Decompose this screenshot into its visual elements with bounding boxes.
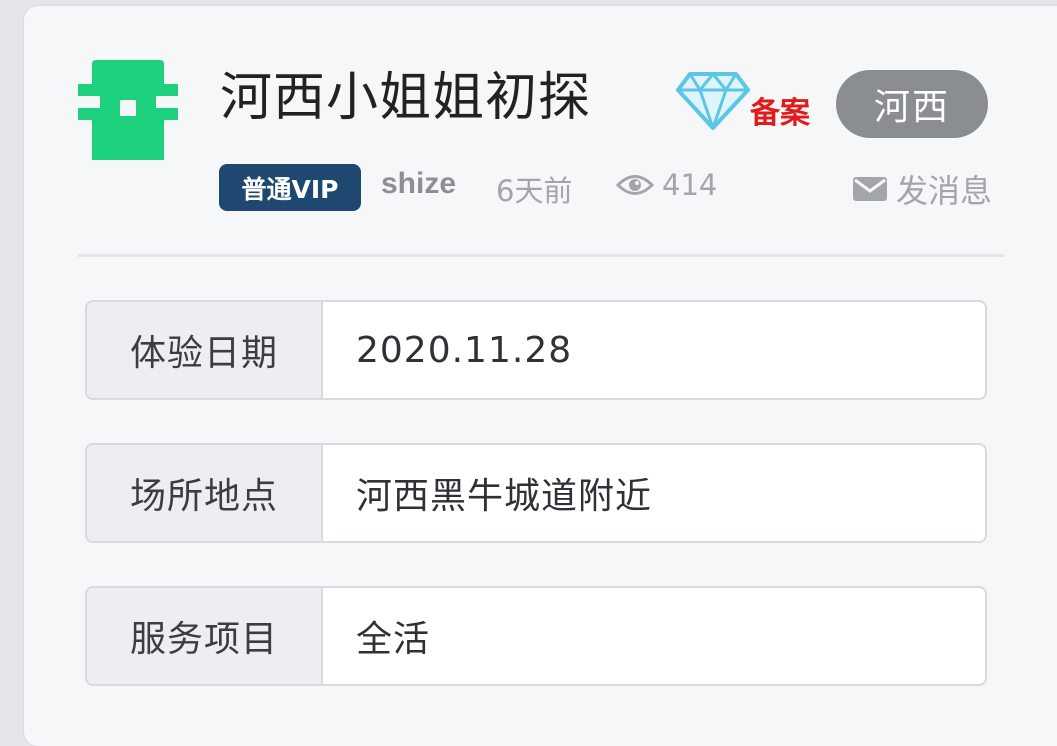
- divider: [78, 254, 1004, 257]
- detail-row-service: 服务项目 全活: [85, 586, 987, 686]
- envelope-icon: [853, 177, 887, 201]
- detail-value: 河西黑牛城道附近: [356, 476, 653, 517]
- view-count-value: 414: [662, 168, 718, 202]
- beian-label: 备案: [750, 96, 810, 131]
- region-badge[interactable]: 河西: [836, 70, 988, 138]
- detail-row-location: 场所地点 河西黑牛城道附近: [85, 443, 987, 543]
- post-title: 河西小姐姐初探: [220, 68, 592, 128]
- detail-label: 体验日期: [87, 302, 323, 398]
- eye-icon: [616, 175, 654, 195]
- diamond-icon: [676, 72, 750, 130]
- view-count: 414: [616, 168, 717, 202]
- site-logo[interactable]: [78, 60, 178, 160]
- detail-label: 服务项目: [87, 588, 323, 684]
- detail-value: 全活: [356, 619, 431, 660]
- vip-badge: 普通VIP: [219, 164, 361, 211]
- detail-value: 2020.11.28: [356, 329, 573, 371]
- post-time: 6天前: [496, 174, 573, 208]
- send-message-button[interactable]: 发消息: [852, 166, 992, 212]
- detail-label: 场所地点: [87, 445, 323, 541]
- author-name[interactable]: shize: [381, 167, 456, 201]
- send-message-label: 发消息: [896, 172, 993, 210]
- detail-row-date: 体验日期 2020.11.28: [85, 300, 987, 400]
